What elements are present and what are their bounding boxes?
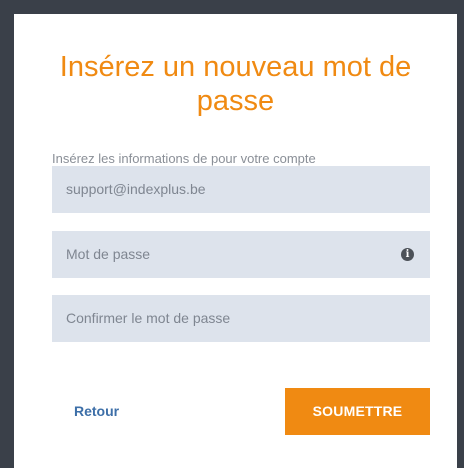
password-field-placeholder: Mot de passe	[66, 246, 151, 262]
confirm-password-placeholder: Confirmer le mot de passe	[66, 310, 231, 326]
submit-button[interactable]: SOUMETTRE	[285, 388, 430, 435]
password-field[interactable]: Mot de passe i	[52, 231, 430, 278]
back-link[interactable]: Retour	[74, 403, 119, 419]
confirm-password-field[interactable]: Confirmer le mot de passe	[52, 295, 430, 342]
reset-password-card: Insérez un nouveau mot de passe Insérez …	[14, 14, 457, 474]
email-field[interactable]: support@indexplus.be	[52, 166, 430, 213]
info-circle-icon[interactable]: i	[401, 248, 414, 261]
form-subtitle: Insérez les informations de pour votre c…	[52, 151, 316, 166]
email-field-value: support@indexplus.be	[66, 181, 206, 197]
page-title: Insérez un nouveau mot de passe	[14, 50, 457, 118]
page-title-line-1: Insérez un nouveau mot de	[59, 51, 412, 83]
page-title-line-2: passe	[196, 85, 275, 117]
